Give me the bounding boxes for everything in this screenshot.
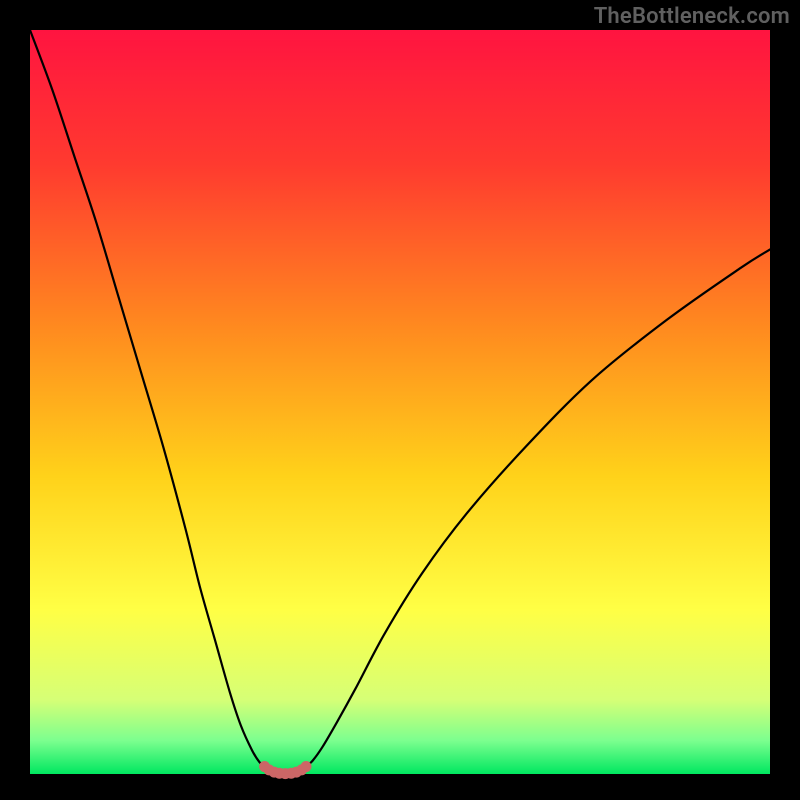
bottleneck-chart: [0, 0, 800, 800]
chart-stage: TheBottleneck.com: [0, 0, 800, 800]
valley-marker: [301, 761, 312, 772]
attribution-text: TheBottleneck.com: [594, 4, 790, 29]
plot-background: [30, 30, 770, 774]
